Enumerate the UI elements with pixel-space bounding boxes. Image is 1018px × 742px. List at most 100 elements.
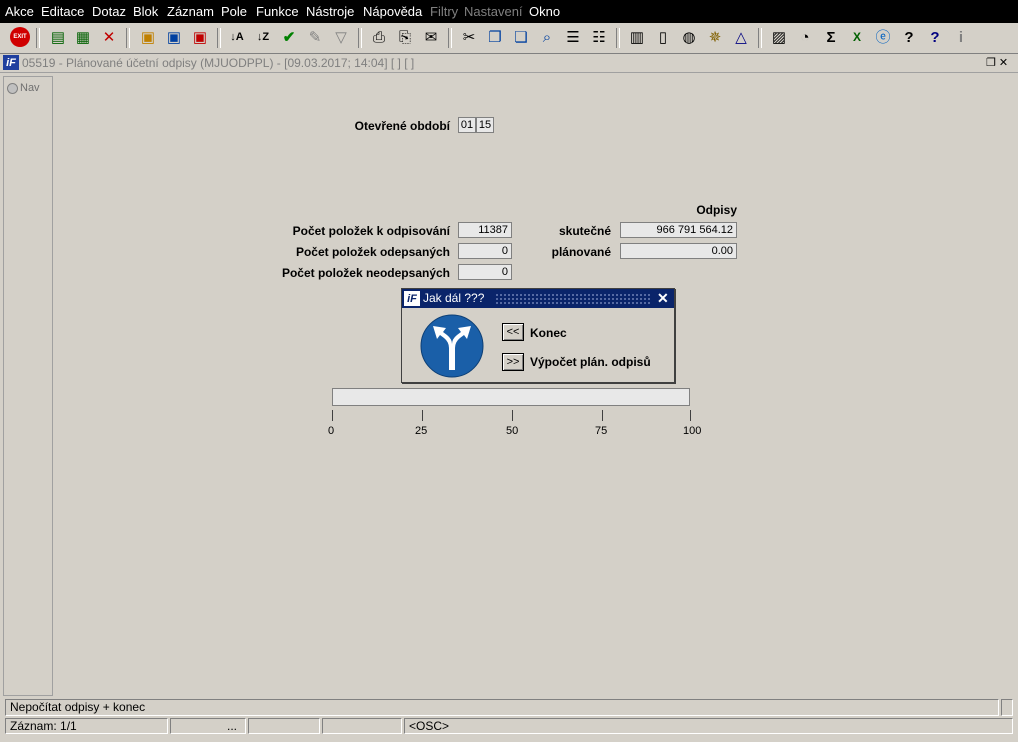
toolbar-separator <box>616 28 620 48</box>
progress-tick-label: 25 <box>415 425 428 437</box>
count-written-off-field[interactable]: 0 <box>458 243 512 259</box>
konec-button[interactable]: << <box>502 323 524 341</box>
app-logo-icon: iF <box>404 291 420 306</box>
info-icon[interactable]: i <box>950 26 972 48</box>
fork-road-sign-icon <box>420 314 484 378</box>
menu-akce[interactable]: Akce <box>5 4 34 19</box>
dialog-titlebar: iF Jak dál ??? ✕ <box>402 289 674 308</box>
query-icon[interactable]: ▣ <box>137 26 159 48</box>
progress-tick-label: 50 <box>506 425 519 437</box>
nav-label: Nav <box>20 82 40 94</box>
mail-icon[interactable]: ✉ <box>420 26 442 48</box>
status-cell <box>322 718 402 734</box>
status-ellipsis: ... <box>170 718 246 734</box>
app-logo-icon: iF <box>3 55 19 70</box>
actual-label: skutečné <box>558 224 611 238</box>
period-month-field[interactable]: 01 <box>458 117 476 133</box>
print-icon[interactable]: ⎙ <box>368 26 390 48</box>
clipboard-icon[interactable]: ▥ <box>626 26 648 48</box>
toolbar-separator <box>126 28 130 48</box>
cut-icon[interactable]: ✂ <box>458 26 480 48</box>
menu-blok[interactable]: Blok <box>133 4 158 19</box>
menu-nastroje[interactable]: Nástroje <box>306 4 354 19</box>
find-icon[interactable]: ⌕ <box>536 26 558 48</box>
help-icon[interactable]: ? <box>924 26 946 48</box>
tools-icon[interactable]: ✎ <box>304 26 326 48</box>
progress-tick-label: 0 <box>328 425 335 437</box>
toolbar-separator <box>758 28 762 48</box>
progress-tick <box>602 410 603 421</box>
paste-icon[interactable]: ❏ <box>510 26 532 48</box>
progress-tick <box>422 410 423 421</box>
sort-desc-icon[interactable]: ↓Z <box>252 26 274 48</box>
sort-asc-icon[interactable]: ↓A <box>226 26 248 48</box>
dial-icon[interactable]: ◔ <box>794 26 816 48</box>
menu-bar: Akce Editace Dotaz Blok Záznam Pole Funk… <box>0 0 1018 23</box>
restore-icon: ❐ ✕ <box>986 57 1009 69</box>
dialog-close-button[interactable]: ✕ <box>657 290 669 307</box>
menu-filtry[interactable]: Filtry <box>430 4 458 19</box>
progress-tick-label: 75 <box>595 425 608 437</box>
titlebar-grip <box>495 293 651 304</box>
radio-icon <box>7 82 18 94</box>
restore-window-button[interactable]: ❐ ✕ <box>986 56 1012 70</box>
internet-icon[interactable]: ⓔ <box>872 26 894 48</box>
delete-record-icon[interactable]: ✕ <box>98 26 120 48</box>
count-not-written-off-field[interactable]: 0 <box>458 264 512 280</box>
menu-napoveda[interactable]: Nápověda <box>363 4 422 19</box>
toolbar-separator <box>36 28 40 48</box>
period-label: Otevřené období <box>354 119 450 133</box>
progress-bar <box>332 388 690 406</box>
nav-panel: Nav <box>3 76 53 696</box>
period-year-field[interactable]: 15 <box>476 117 494 133</box>
menu-editace[interactable]: Editace <box>41 4 84 19</box>
sum-icon[interactable]: Σ <box>820 26 842 48</box>
document-icon[interactable]: ▯ <box>652 26 674 48</box>
count-to-write-off-field[interactable]: 11387 <box>458 222 512 238</box>
menu-nastaveni[interactable]: Nastavení <box>464 4 523 19</box>
print-preview-icon[interactable]: ⎘ <box>394 26 416 48</box>
execute-query-icon[interactable]: ▣ <box>163 26 185 48</box>
menu-zaznam[interactable]: Záznam <box>167 4 214 19</box>
odpisy-header: Odpisy <box>696 203 737 217</box>
actual-value-field[interactable]: 966 791 564.12 <box>620 222 737 238</box>
menu-dotaz[interactable]: Dotaz <box>92 4 126 19</box>
toolbar-separator <box>358 28 362 48</box>
menu-funkce[interactable]: Funkce <box>256 4 299 19</box>
dialog-title: Jak dál ??? <box>423 291 485 305</box>
status-record: Záznam: 1/1 <box>5 718 168 734</box>
filter-icon[interactable]: ▽ <box>330 26 352 48</box>
menu-okno[interactable]: Okno <box>529 4 560 19</box>
tree-icon[interactable]: ☷ <box>588 26 610 48</box>
count-written-off-label: Počet položek odepsaných <box>295 245 450 259</box>
commit-check-icon[interactable]: ✔ <box>278 26 300 48</box>
vypocet-button[interactable]: >> <box>502 353 524 371</box>
progress-tick <box>332 410 333 421</box>
window-title: 05519 - Plánované účetní odpisy (MJUODPP… <box>22 56 415 70</box>
status-grip <box>1001 699 1013 716</box>
progress-tick <box>690 410 691 421</box>
menu-pole[interactable]: Pole <box>221 4 247 19</box>
nav-item[interactable]: Nav <box>7 82 40 94</box>
copy-icon[interactable]: ❐ <box>484 26 506 48</box>
context-help-icon[interactable]: ? <box>898 26 920 48</box>
ship-wheel-icon[interactable]: ✵ <box>704 26 726 48</box>
list-icon[interactable]: ☰ <box>562 26 584 48</box>
exit-button[interactable]: EXIT <box>9 26 31 48</box>
planned-value-field[interactable]: 0.00 <box>620 243 737 259</box>
triangle-eye-icon[interactable]: △ <box>730 26 752 48</box>
globe-icon[interactable]: ◍ <box>678 26 700 48</box>
toolbar: EXIT ▤ ▦ ✕ ▣ ▣ ▣ ↓A ↓Z ✔ ✎ ▽ ⎙ ⎘ ✉ ✂ ❐ ❏… <box>0 23 1018 54</box>
progress-tick-label: 100 <box>683 425 702 437</box>
choice-dialog: iF Jak dál ??? ✕ << Konec >> Výpočet plá… <box>401 288 675 383</box>
insert-record-icon[interactable]: ▤ <box>47 26 69 48</box>
excel-icon[interactable]: X <box>846 26 868 48</box>
vypocet-label: Výpočet plán. odpisů <box>530 355 651 369</box>
cancel-query-icon[interactable]: ▣ <box>189 26 211 48</box>
count-not-written-off-label: Počet položek neodepsaných <box>281 266 450 280</box>
toolbar-separator <box>448 28 452 48</box>
duplicate-record-icon[interactable]: ▦ <box>72 26 94 48</box>
report-icon[interactable]: ▨ <box>768 26 790 48</box>
status-bar: Nepočítat odpisy + konec Záznam: 1/1 ...… <box>0 697 1018 742</box>
planned-label: plánované <box>551 245 611 259</box>
